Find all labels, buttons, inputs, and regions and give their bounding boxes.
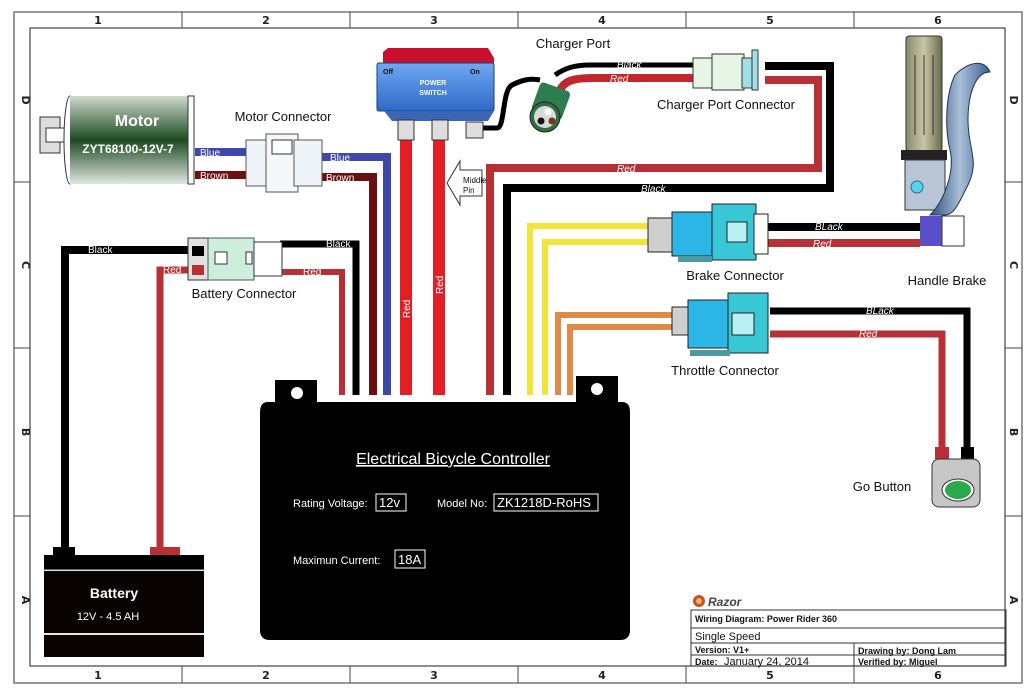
column-label-bottom-1: 1 <box>94 669 102 682</box>
controller-max-current: 18A <box>398 552 421 567</box>
motor: Motor ZYT68100-12V-7 <box>39 95 195 185</box>
wire-battery-black <box>61 246 195 555</box>
throttle-connector-label: Throttle Connector <box>671 363 779 378</box>
go-button-label: Go Button <box>853 479 912 494</box>
wire-label-battery-red: Red <box>163 265 181 276</box>
battery-spec: 12V - 4.5 AH <box>77 611 139 623</box>
row-label-right-c: C <box>1007 261 1020 269</box>
brake-connector-label: Brake Connector <box>686 268 784 283</box>
wire-label-switch-red-1: Red <box>402 300 413 318</box>
column-label-bottom-5: 5 <box>766 669 774 682</box>
controller-model-label: Model No: <box>437 498 487 510</box>
switch-pin-left <box>397 119 415 141</box>
middle-pin-arrow: Middle Pin <box>446 159 487 207</box>
switch-pin-middle <box>431 119 449 141</box>
wire-label-blue-right: Blue <box>330 153 350 164</box>
title-block: Razor Wiring Diagram: Power Rider 360 Si… <box>690 595 1007 668</box>
middle-pin-label-2: Pin <box>463 186 475 195</box>
wire-label-blue-left: Blue <box>200 148 220 159</box>
wire-charger-port-red <box>556 74 700 93</box>
row-label-left-b: B <box>19 428 32 436</box>
wire-battery-red <box>156 266 195 555</box>
diagram-date-label: Date: <box>695 657 718 667</box>
wire-label-throttle-red: Red <box>859 329 878 340</box>
handle-brake-label: Handle Brake <box>908 273 987 288</box>
wire-label-battery-black: Black <box>88 245 113 256</box>
controller-title: Electrical Bicycle Controller <box>356 451 551 468</box>
switch-off-label: Off <box>383 69 394 76</box>
wire-label-charger-black: Black <box>617 60 642 71</box>
wire-throttle-red <box>770 330 946 452</box>
switch-on-label: On <box>470 69 480 76</box>
wire-label-connector-red: Red <box>303 267 321 278</box>
charger-port-label: Charger Port <box>536 36 611 51</box>
wire-motor-connector-brown <box>320 173 377 395</box>
motor-connector-label: Motor Connector <box>235 109 332 124</box>
wire-label-charger-red: Red <box>610 74 629 85</box>
diagram-title: Wiring Diagram: Power Rider 360 <box>695 614 837 624</box>
switch-title-1: POWER <box>420 80 446 87</box>
wire-label-connector-black: Black <box>326 239 351 250</box>
throttle-connector: Throttle Connector <box>671 292 779 378</box>
verified-by: Verified by: Miguel <box>858 657 938 667</box>
drawing-by: Drawing by: Dong Lam <box>858 646 956 656</box>
column-label-top-1: 1 <box>94 14 102 27</box>
column-label-top-6: 6 <box>934 14 942 27</box>
wire-label-brown-right: Brown <box>326 173 354 184</box>
row-label-left-c: C <box>19 261 32 269</box>
handle-brake[interactable]: Handle Brake <box>901 35 991 288</box>
wire-label-switch-red-2: Red <box>435 276 446 294</box>
row-label-right-b: B <box>1007 428 1020 436</box>
go-button[interactable]: Go Button <box>853 447 981 508</box>
power-switch[interactable]: Off On POWER SWITCH <box>376 48 495 141</box>
column-label-bottom-3: 3 <box>430 669 438 682</box>
controller: Electrical Bicycle Controller Rating Vol… <box>260 376 630 640</box>
wire-label-brake-red: Red <box>813 239 832 250</box>
column-label-top-5: 5 <box>766 14 774 27</box>
middle-pin-label-1: Middle <box>463 176 487 185</box>
column-label-top-3: 3 <box>430 14 438 27</box>
column-label-bottom-6: 6 <box>934 669 942 682</box>
motor-title: Motor <box>115 113 159 130</box>
diagram-date: January 24, 2014 <box>724 656 809 668</box>
diagram-variant: Single Speed <box>695 631 760 643</box>
controller-max-current-label: Maximun Current: <box>293 555 380 567</box>
row-label-left-d: D <box>19 95 32 104</box>
wiring-diagram: 1 2 3 4 5 6 1 2 3 4 5 6 D C B A D C B A <box>13 11 1023 684</box>
switch-pin-right <box>465 121 484 139</box>
wire-label-black-main: Black <box>641 184 666 195</box>
motor-connector: Motor Connector <box>235 109 332 193</box>
motor-model: ZYT68100-12V-7 <box>82 142 174 156</box>
column-label-top-2: 2 <box>262 14 270 27</box>
battery-title: Battery <box>90 585 138 601</box>
diagram-version: Version: V1+ <box>695 645 749 655</box>
charger-port-connector-label: Charger Port Connector <box>657 97 796 112</box>
row-label-right-a: A <box>1007 596 1020 605</box>
battery-connector-label: Battery Connector <box>192 286 297 301</box>
controller-model: ZK1218D-RoHS <box>497 495 591 510</box>
wire-label-throttle-black: BLack <box>866 306 895 317</box>
battery: Battery 12V - 4.5 AH <box>44 547 204 657</box>
battery-connector: Battery Connector <box>187 237 297 301</box>
row-label-right-d: D <box>1007 95 1020 104</box>
row-label-left-a: A <box>19 596 32 605</box>
brake-connector: Brake Connector <box>647 203 784 283</box>
wire-label-red-main: Red <box>617 164 636 175</box>
column-label-bottom-4: 4 <box>598 669 606 682</box>
column-label-bottom-2: 2 <box>262 669 270 682</box>
wire-label-brown-left: Brown <box>200 171 228 182</box>
controller-rating-voltage-label: Rating Voltage: <box>293 498 368 510</box>
brand-name: Razor <box>708 595 743 609</box>
switch-title-2: SWITCH <box>419 90 447 97</box>
wire-label-brake-black: BLack <box>815 222 844 233</box>
controller-rating-voltage: 12v <box>379 495 400 510</box>
column-label-top-4: 4 <box>598 14 606 27</box>
